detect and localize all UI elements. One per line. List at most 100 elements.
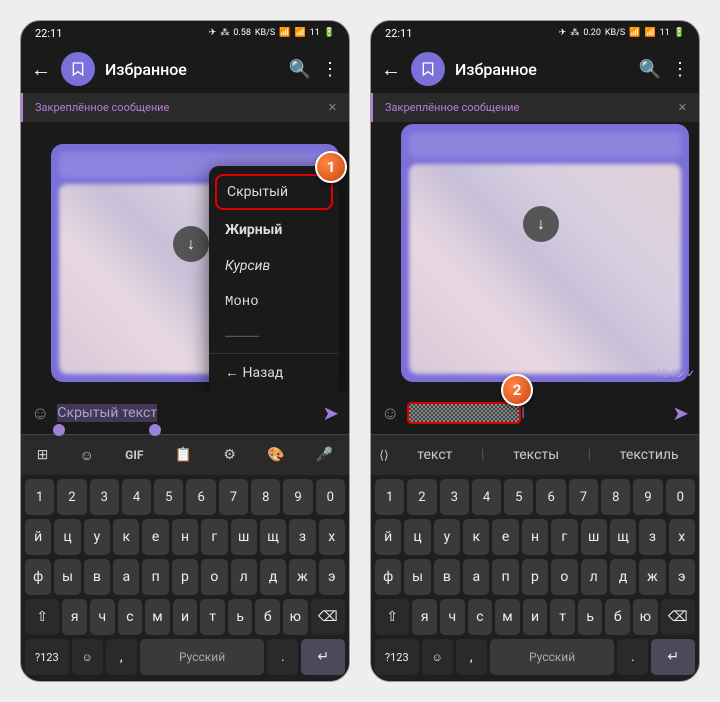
key-4[interactable]: 4 (472, 479, 501, 515)
key-ю[interactable]: ю (633, 599, 658, 635)
kb-expand-icon[interactable]: ⟨⟩ (379, 448, 388, 462)
key-ь[interactable]: ь (228, 599, 253, 635)
send-button[interactable]: ➤ (672, 401, 689, 425)
key-к[interactable]: к (113, 519, 139, 555)
key-ш[interactable]: ш (581, 519, 607, 555)
key-ь[interactable]: ь (578, 599, 603, 635)
key-5[interactable]: 5 (504, 479, 533, 515)
symbols-key[interactable]: ?123 (25, 639, 69, 675)
key-8[interactable]: 8 (601, 479, 630, 515)
key-ч[interactable]: ч (440, 599, 465, 635)
close-icon[interactable]: ✕ (328, 101, 337, 114)
kb-mic-icon[interactable]: 🎤 (316, 447, 333, 463)
key-д[interactable]: д (610, 559, 636, 595)
key-е[interactable]: е (142, 519, 168, 555)
chat-title[interactable]: Избранное (105, 60, 279, 79)
key-и[interactable]: и (173, 599, 198, 635)
key-2[interactable]: 2 (407, 479, 436, 515)
key-п[interactable]: п (492, 559, 518, 595)
key-у[interactable]: у (84, 519, 110, 555)
key-6[interactable]: 6 (536, 479, 565, 515)
key-й[interactable]: й (375, 519, 401, 555)
scroll-down-button[interactable]: ↓ (523, 206, 559, 242)
kb-clipboard-icon[interactable]: 📋 (175, 447, 192, 463)
symbols-key[interactable]: ?123 (375, 639, 419, 675)
key-ж[interactable]: ж (289, 559, 315, 595)
kb-palette-icon[interactable]: 🎨 (267, 447, 284, 463)
key-ш[interactable]: ш (231, 519, 257, 555)
search-icon[interactable]: 🔍 (289, 59, 311, 80)
enter-key[interactable]: ↵ (301, 639, 345, 675)
key-а[interactable]: а (463, 559, 489, 595)
key-1[interactable]: 1 (375, 479, 404, 515)
key-ч[interactable]: ч (90, 599, 115, 635)
key-г[interactable]: г (551, 519, 577, 555)
suggestion-3[interactable]: текстиль (608, 443, 691, 467)
key-2[interactable]: 2 (57, 479, 86, 515)
key-6[interactable]: 6 (186, 479, 215, 515)
key-х[interactable]: х (669, 519, 695, 555)
suggestion-1[interactable]: текст (405, 443, 464, 467)
comma-key[interactable]: , (456, 639, 487, 675)
key-т[interactable]: т (200, 599, 225, 635)
key-ц[interactable]: ц (54, 519, 80, 555)
key-1[interactable]: 1 (25, 479, 54, 515)
key-0[interactable]: 0 (666, 479, 695, 515)
key-ы[interactable]: ы (404, 559, 430, 595)
kb-gif[interactable]: GIF (125, 448, 143, 462)
key-ф[interactable]: ф (375, 559, 401, 595)
kb-sticker-icon[interactable]: ☺ (80, 447, 94, 464)
key-в[interactable]: в (434, 559, 460, 595)
key-г[interactable]: г (201, 519, 227, 555)
menu-strike[interactable]: ———— (209, 320, 339, 353)
back-icon[interactable]: ← (381, 57, 401, 82)
key-п[interactable]: п (142, 559, 168, 595)
key-8[interactable]: 8 (251, 479, 280, 515)
shift-key[interactable]: ⇧ (375, 599, 409, 635)
close-icon[interactable]: ✕ (678, 101, 687, 114)
key-ж[interactable]: ж (639, 559, 665, 595)
key-м[interactable]: м (495, 599, 520, 635)
key-ц[interactable]: ц (404, 519, 430, 555)
period-key[interactable]: . (267, 639, 298, 675)
key-щ[interactable]: щ (260, 519, 286, 555)
emoji-icon[interactable]: ☺ (31, 403, 49, 424)
key-л[interactable]: л (231, 559, 257, 595)
emoji-icon[interactable]: ☺ (381, 403, 399, 424)
more-icon[interactable]: ⋮ (671, 59, 689, 80)
key-о[interactable]: о (551, 559, 577, 595)
key-р[interactable]: р (522, 559, 548, 595)
key-с[interactable]: с (468, 599, 493, 635)
key-я[interactable]: я (412, 599, 437, 635)
period-key[interactable]: . (617, 639, 648, 675)
key-7[interactable]: 7 (569, 479, 598, 515)
menu-mono[interactable]: Моно (209, 284, 339, 320)
space-key[interactable]: Русский (140, 639, 264, 675)
key-у[interactable]: у (434, 519, 460, 555)
key-ы[interactable]: ы (54, 559, 80, 595)
search-icon[interactable]: 🔍 (639, 59, 661, 80)
avatar[interactable] (61, 52, 95, 86)
backspace-key[interactable]: ⌫ (311, 599, 345, 635)
menu-italic[interactable]: Курсив (209, 248, 339, 284)
back-icon[interactable]: ← (31, 57, 51, 82)
kb-tab-icon[interactable]: ⊞ (37, 447, 49, 463)
key-э[interactable]: э (669, 559, 695, 595)
key-з[interactable]: з (639, 519, 665, 555)
chat-title[interactable]: Избранное (455, 60, 629, 79)
key-д[interactable]: д (260, 559, 286, 595)
key-7[interactable]: 7 (219, 479, 248, 515)
key-н[interactable]: н (172, 519, 198, 555)
key-б[interactable]: б (605, 599, 630, 635)
key-э[interactable]: э (319, 559, 345, 595)
menu-back[interactable]: ← Назад (209, 353, 339, 391)
key-в[interactable]: в (84, 559, 110, 595)
emoji-key[interactable]: ☺ (422, 639, 453, 675)
send-button[interactable]: ➤ (322, 401, 339, 425)
message-bubble[interactable] (401, 124, 689, 382)
key-е[interactable]: е (492, 519, 518, 555)
scroll-down-button[interactable]: ↓ (173, 226, 209, 262)
key-0[interactable]: 0 (316, 479, 345, 515)
key-3[interactable]: 3 (440, 479, 469, 515)
comma-key[interactable]: , (106, 639, 137, 675)
